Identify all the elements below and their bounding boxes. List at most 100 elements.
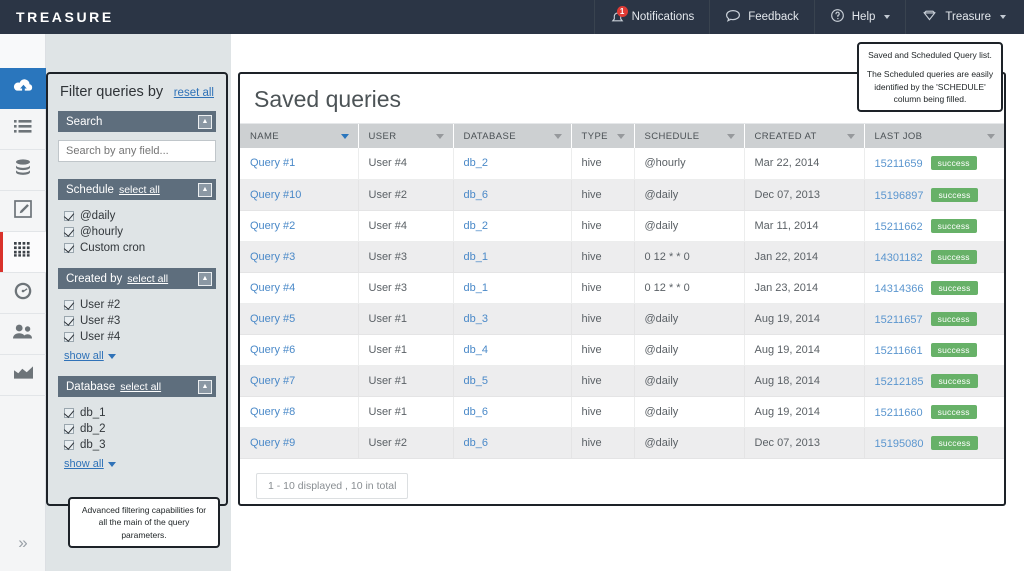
checkbox-icon[interactable] bbox=[64, 243, 74, 253]
database-link[interactable]: db_1 bbox=[464, 251, 488, 263]
collapse-icon[interactable]: ▲ bbox=[198, 379, 212, 394]
sidebar-item-saved-queries[interactable] bbox=[0, 232, 46, 273]
show-all-created-by[interactable]: show all bbox=[58, 345, 116, 362]
filter-option[interactable]: db_3 bbox=[58, 437, 216, 453]
sidebar-item-new-query[interactable] bbox=[0, 191, 46, 232]
select-all-schedule[interactable]: select all bbox=[119, 184, 160, 196]
help-label: Help bbox=[851, 11, 876, 23]
filter-section-header-schedule[interactable]: Schedule select all ▲ bbox=[58, 179, 216, 200]
sidebar-item-users[interactable] bbox=[0, 314, 46, 355]
job-id-link[interactable]: 15211660 bbox=[875, 407, 923, 419]
column-header-user[interactable]: USER bbox=[358, 124, 454, 148]
database-link[interactable]: db_5 bbox=[464, 375, 488, 387]
query-name-link[interactable]: Query #7 bbox=[250, 375, 295, 387]
column-header-created-at[interactable]: CREATED AT bbox=[744, 124, 865, 148]
status-badge: success bbox=[930, 404, 977, 419]
table-row[interactable]: Query #1 User #4 db_2 hive @hourly Mar 22, 20… bbox=[240, 148, 1004, 180]
column-header-schedule[interactable]: SCHEDULE bbox=[634, 124, 745, 148]
job-id-link[interactable]: 15211657 bbox=[875, 314, 923, 326]
filter-option[interactable]: @daily bbox=[58, 208, 216, 224]
account-menu[interactable]: Treasure bbox=[905, 0, 1024, 34]
database-link[interactable]: db_6 bbox=[464, 437, 488, 449]
query-name-link[interactable]: Query #10 bbox=[250, 189, 301, 201]
job-id-link[interactable]: 15212185 bbox=[875, 376, 924, 388]
sidebar-item-analytics[interactable] bbox=[0, 355, 46, 396]
list-icon bbox=[13, 118, 33, 141]
job-id-link[interactable]: 14314366 bbox=[875, 283, 924, 295]
column-header-type[interactable]: TYPE bbox=[571, 124, 635, 148]
filter-section-header-database[interactable]: Database select all ▲ bbox=[58, 376, 216, 397]
help-menu[interactable]: Help bbox=[813, 0, 906, 34]
checkbox-icon[interactable] bbox=[64, 332, 74, 342]
job-id-link[interactable]: 15195080 bbox=[875, 438, 924, 450]
column-header-database[interactable]: DATABASE bbox=[453, 124, 572, 148]
pagination-status[interactable]: 1 - 10 displayed , 10 in total bbox=[256, 472, 409, 499]
checkbox-icon[interactable] bbox=[64, 227, 74, 237]
filter-option[interactable]: Custom cron bbox=[58, 240, 216, 256]
filter-option[interactable]: User #4 bbox=[58, 329, 216, 345]
filter-option[interactable]: @hourly bbox=[58, 224, 216, 240]
query-name-link[interactable]: Query #9 bbox=[250, 437, 295, 449]
database-link[interactable]: db_2 bbox=[464, 220, 488, 232]
filter-section-header-created-by[interactable]: Created by select all ▲ bbox=[58, 268, 216, 289]
table-row[interactable]: Query #6 User #1 db_4 hive @daily Aug 19, 201… bbox=[240, 334, 1004, 366]
query-name-link[interactable]: Query #3 bbox=[250, 251, 295, 263]
query-name-link[interactable]: Query #2 bbox=[250, 220, 295, 232]
collapse-icon[interactable]: ▲ bbox=[198, 271, 212, 286]
filter-section-label-created-by: Created by bbox=[66, 272, 123, 285]
database-link[interactable]: db_6 bbox=[464, 189, 488, 201]
show-all-database[interactable]: show all bbox=[58, 453, 116, 470]
database-link[interactable]: db_2 bbox=[464, 157, 488, 169]
job-id-link[interactable]: 15211661 bbox=[875, 345, 923, 357]
table-row[interactable]: Query #10 User #2 db_6 hive @daily Dec 07, 20… bbox=[240, 179, 1004, 211]
filter-option[interactable]: User #2 bbox=[58, 297, 216, 313]
table-row[interactable]: Query #5 User #1 db_3 hive @daily Aug 19, 201… bbox=[240, 303, 1004, 335]
select-all-created-by[interactable]: select all bbox=[127, 273, 168, 285]
checkbox-icon[interactable] bbox=[64, 424, 74, 434]
column-header-name[interactable]: NAME bbox=[240, 124, 359, 148]
job-id-link[interactable]: 15196897 bbox=[875, 190, 924, 202]
cell-database: db_3 bbox=[453, 303, 572, 335]
query-name-link[interactable]: Query #4 bbox=[250, 282, 295, 294]
filter-option[interactable]: User #3 bbox=[58, 313, 216, 329]
filter-option[interactable]: db_1 bbox=[58, 405, 216, 421]
checkbox-icon[interactable] bbox=[64, 408, 74, 418]
sidebar-item-scheduler[interactable] bbox=[0, 273, 46, 314]
database-link[interactable]: db_4 bbox=[464, 344, 488, 356]
sidebar-item-upload[interactable] bbox=[0, 68, 46, 109]
job-id-link[interactable]: 15211659 bbox=[875, 158, 923, 170]
collapse-icon[interactable]: ▲ bbox=[198, 114, 212, 129]
sidebar-item-jobs[interactable] bbox=[0, 109, 46, 150]
table-row[interactable]: Query #2 User #4 db_2 hive @daily Mar 11, 201… bbox=[240, 210, 1004, 242]
filter-option[interactable]: db_2 bbox=[58, 421, 216, 437]
search-input[interactable] bbox=[58, 140, 216, 162]
job-id-link[interactable]: 15211662 bbox=[875, 221, 923, 233]
rail-expand-button[interactable]: » bbox=[0, 533, 46, 553]
checkbox-icon[interactable] bbox=[64, 211, 74, 221]
table-row[interactable]: Query #9 User #2 db_6 hive @daily Dec 07, 201… bbox=[240, 427, 1004, 459]
column-label: NAME bbox=[250, 130, 280, 142]
reset-all-link[interactable]: reset all bbox=[174, 87, 214, 99]
query-name-link[interactable]: Query #5 bbox=[250, 313, 295, 325]
query-name-link[interactable]: Query #1 bbox=[250, 157, 295, 169]
database-link[interactable]: db_3 bbox=[464, 313, 488, 325]
checkbox-icon[interactable] bbox=[64, 440, 74, 450]
job-id-link[interactable]: 14301182 bbox=[875, 252, 923, 264]
checkbox-icon[interactable] bbox=[64, 300, 74, 310]
filter-section-header-search[interactable]: Search ▲ bbox=[58, 111, 216, 132]
column-header-last-job[interactable]: LAST JOB bbox=[864, 124, 1004, 148]
table-row[interactable]: Query #4 User #3 db_1 hive 0 12 * * 0 Jan 23,… bbox=[240, 272, 1004, 304]
database-link[interactable]: db_6 bbox=[464, 406, 488, 418]
table-row[interactable]: Query #3 User #3 db_1 hive 0 12 * * 0 Jan 22,… bbox=[240, 241, 1004, 273]
query-name-link[interactable]: Query #6 bbox=[250, 344, 295, 356]
sidebar-item-databases[interactable] bbox=[0, 150, 46, 191]
database-link[interactable]: db_1 bbox=[464, 282, 488, 294]
table-row[interactable]: Query #7 User #1 db_5 hive @daily Aug 18, 201… bbox=[240, 365, 1004, 397]
collapse-icon[interactable]: ▲ bbox=[198, 182, 212, 197]
checkbox-icon[interactable] bbox=[64, 316, 74, 326]
select-all-database[interactable]: select all bbox=[120, 381, 161, 393]
table-row[interactable]: Query #8 User #1 db_6 hive @daily Aug 19, 201… bbox=[240, 396, 1004, 428]
notifications-button[interactable]: 1 Notifications bbox=[593, 0, 710, 34]
query-name-link[interactable]: Query #8 bbox=[250, 406, 295, 418]
feedback-button[interactable]: Feedback bbox=[709, 0, 814, 34]
